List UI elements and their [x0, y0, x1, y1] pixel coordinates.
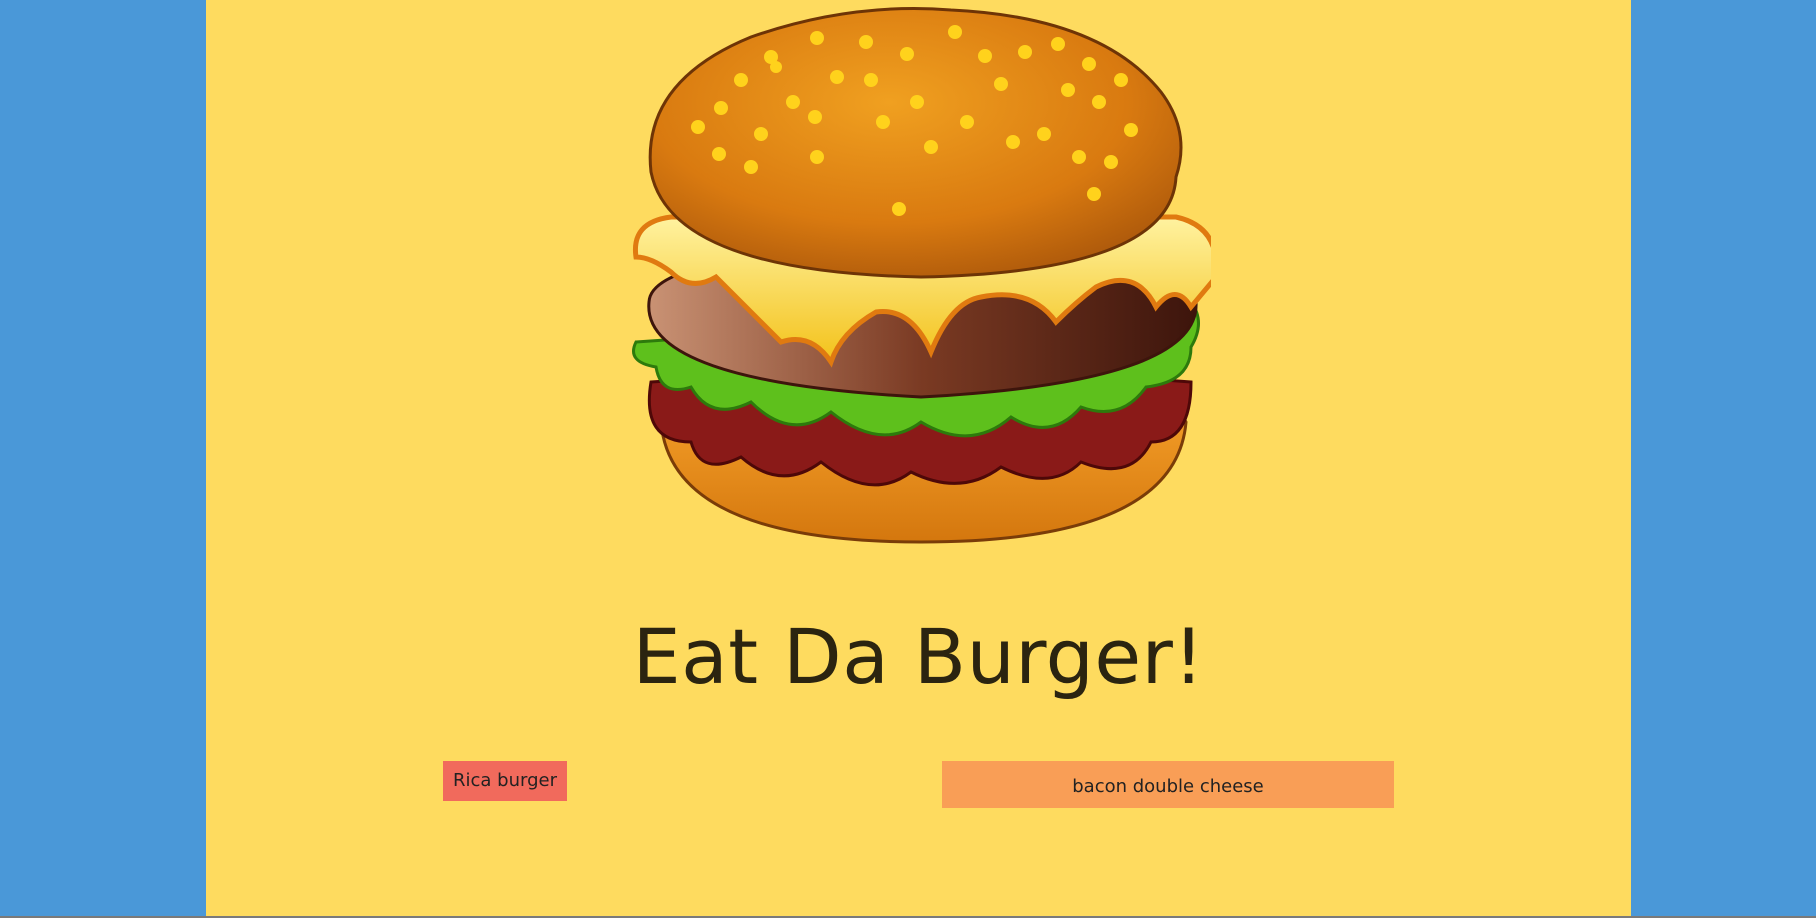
page-title: Eat Da Burger! — [632, 612, 1205, 701]
uneaten-burger-button[interactable]: Rica burger — [443, 761, 567, 801]
burger-logo-image — [631, 2, 1219, 550]
eaten-burger-button[interactable]: bacon double cheese — [942, 761, 1394, 808]
page-container: Eat Da Burger! Rica burger bacon double … — [206, 0, 1631, 918]
